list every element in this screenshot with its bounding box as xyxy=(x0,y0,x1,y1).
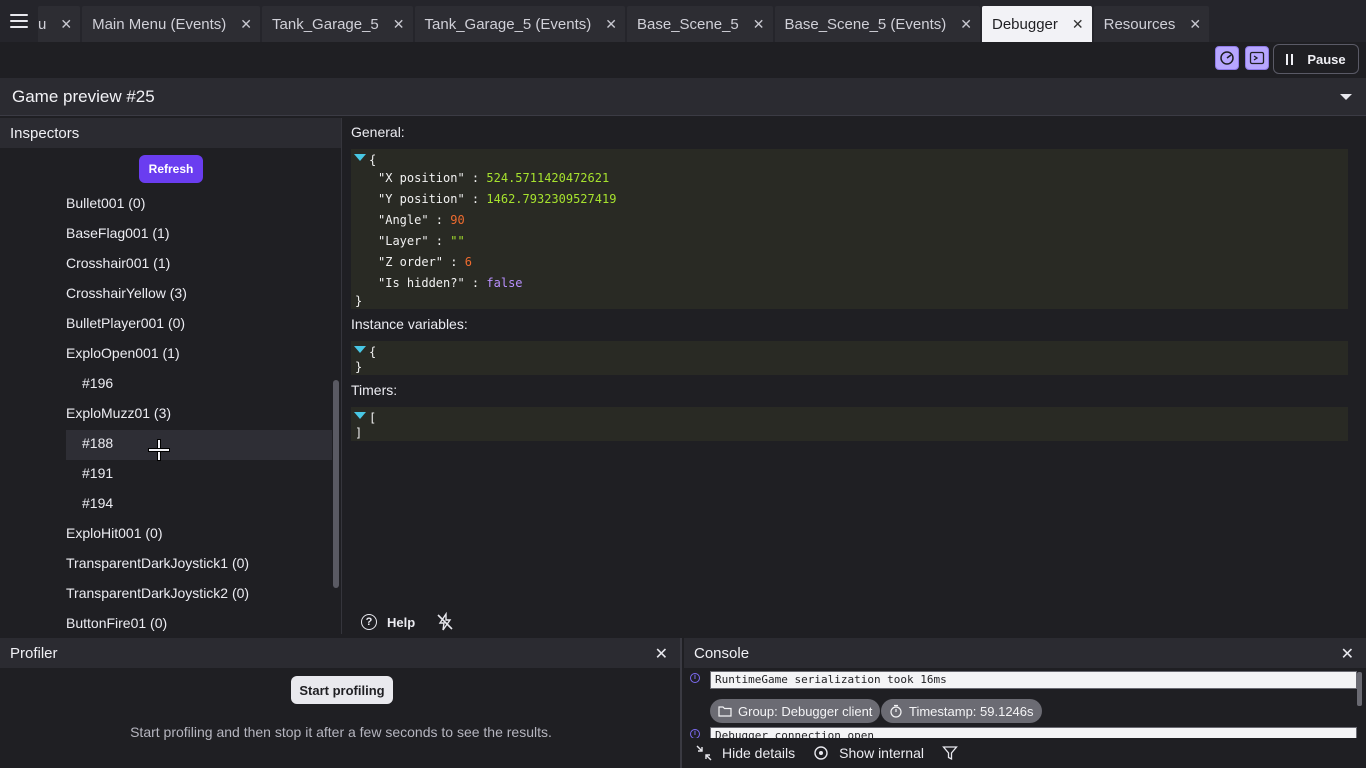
page-title: Game preview #25 xyxy=(12,86,155,106)
timestamp-chip[interactable]: Timestamp: 59.1246s xyxy=(881,699,1042,723)
console-scrollbar[interactable] xyxy=(1357,672,1362,706)
console-header: Console ✕ xyxy=(684,638,1366,668)
json-field-row: "Is hidden?" : false xyxy=(378,276,523,290)
close-icon[interactable]: ✕ xyxy=(240,16,252,33)
close-icon[interactable]: ✕ xyxy=(655,644,668,664)
tree-instance-item[interactable]: #194 xyxy=(82,488,113,518)
hide-details-button[interactable]: Hide details xyxy=(722,745,795,761)
show-internal-button[interactable]: Show internal xyxy=(839,745,924,761)
general-section-label: General: xyxy=(351,124,405,140)
filter-icon[interactable] xyxy=(942,745,958,761)
instance-variables-label: Instance variables: xyxy=(351,316,468,332)
console-footer: Hide details Show internal xyxy=(684,738,1366,768)
json-field-row: "X position" : 524.5711420472621 xyxy=(378,171,610,185)
pause-button[interactable]: Pause xyxy=(1273,44,1359,74)
tab-resources[interactable]: Resources ✕ xyxy=(1093,6,1210,42)
close-icon[interactable]: ✕ xyxy=(753,16,765,33)
tree-item[interactable]: TransparentDarkJoystick2 (0) xyxy=(66,578,249,608)
tree-item[interactable]: ExploOpen001 (1) xyxy=(66,338,180,368)
profiler-panel: Profiler ✕ Start profiling Start profili… xyxy=(0,638,682,768)
inspector-details-panel: General: { "X position" : 524.5711420472… xyxy=(343,118,1366,634)
menu-icon xyxy=(10,14,28,28)
collapse-triangle-icon[interactable] xyxy=(354,154,366,161)
tree-item[interactable]: ButtonFire01 (0) xyxy=(66,608,167,634)
debugger-toolbar: Pause xyxy=(0,42,1366,76)
tree-item[interactable]: CrosshairYellow (3) xyxy=(66,278,187,308)
timers-json-view: [ ] xyxy=(351,407,1348,441)
hamburger-menu-button[interactable] xyxy=(0,0,38,42)
general-json-view: { "X position" : 524.5711420472621 "Y po… xyxy=(351,149,1348,309)
json-field-row: "Y position" : 1462.7932309527419 xyxy=(378,192,617,206)
terminal-icon xyxy=(1249,51,1265,65)
profiler-hint-text: Start profiling and then stop it after a… xyxy=(130,724,552,740)
tree-item[interactable]: BaseFlag001 (1) xyxy=(66,218,170,248)
tree-item[interactable]: TransparentDarkJoystick1 (0) xyxy=(66,548,249,578)
console-toggle-button[interactable] xyxy=(1245,46,1269,70)
tab-tank-garage-5-events[interactable]: Tank_Garage_5 (Events) ✕ xyxy=(414,6,626,42)
tree-item[interactable]: ExploMuzz01 (3) xyxy=(66,398,171,428)
tree-item[interactable]: BulletPlayer001 (0) xyxy=(66,308,185,338)
group-chip[interactable]: Group: Debugger client xyxy=(710,699,881,723)
tree-instance-item[interactable]: #191 xyxy=(82,458,113,488)
game-preview-selector[interactable]: Game preview #25 xyxy=(0,78,1366,116)
collapse-triangle-icon[interactable] xyxy=(354,412,366,419)
close-icon[interactable]: ✕ xyxy=(60,16,72,33)
help-link[interactable]: Help xyxy=(387,615,415,630)
tab-tank-garage-5[interactable]: Tank_Garage_5 ✕ xyxy=(262,6,413,42)
eye-icon[interactable] xyxy=(813,745,829,761)
help-row: ? Help xyxy=(361,612,455,632)
inspectors-panel: Inspectors Refresh Bullet001 (0) BaseFla… xyxy=(0,118,342,634)
close-icon[interactable]: ✕ xyxy=(393,16,405,33)
inspectors-scrollbar[interactable] xyxy=(333,380,339,588)
tree-item[interactable]: ExploHit001 (0) xyxy=(66,518,163,548)
tree-item[interactable]: Crosshair001 (1) xyxy=(66,248,170,278)
json-field-row: "Angle" : 90 xyxy=(378,213,465,227)
collapse-icon[interactable] xyxy=(696,745,712,761)
crosshair-cursor-icon xyxy=(148,439,170,461)
tab-main-menu[interactable]: u ✕ xyxy=(38,6,81,42)
start-profiling-button[interactable]: Start profiling xyxy=(291,676,393,704)
gauge-icon xyxy=(1220,51,1234,65)
json-field-row: "Layer" : "" xyxy=(378,234,465,248)
tab-base-scene-5-events[interactable]: Base_Scene_5 (Events) ✕ xyxy=(774,6,980,42)
tab-base-scene-5[interactable]: Base_Scene_5 ✕ xyxy=(627,6,773,42)
info-icon: i xyxy=(690,673,700,683)
editor-tab-bar: u ✕ Main Menu (Events) ✕ Tank_Garage_5 ✕ Ta… xyxy=(0,0,1366,42)
pause-icon xyxy=(1286,53,1294,65)
close-icon[interactable]: ✕ xyxy=(1072,16,1084,33)
folder-icon xyxy=(718,706,732,717)
instance-variables-json-view: { } xyxy=(351,341,1348,375)
tab-debugger[interactable]: Debugger ✕ xyxy=(982,6,1092,42)
flash-off-icon[interactable] xyxy=(435,612,455,632)
close-icon[interactable]: ✕ xyxy=(960,16,972,33)
tree-instance-item-selected[interactable]: #188 xyxy=(82,428,113,458)
timers-label: Timers: xyxy=(351,382,398,398)
console-log-line: RuntimeGame serialization took 16ms xyxy=(710,671,1357,689)
timer-icon xyxy=(890,704,902,718)
close-icon[interactable]: ✕ xyxy=(1189,16,1201,33)
chevron-down-icon[interactable] xyxy=(1340,94,1352,100)
inspectors-header: Inspectors xyxy=(0,118,341,148)
console-panel: Console ✕ i RuntimeGame serialization to… xyxy=(684,638,1366,768)
collapse-triangle-icon[interactable] xyxy=(354,346,366,353)
tree-instance-item[interactable]: #196 xyxy=(82,368,113,398)
json-field-row: "Z order" : 6 xyxy=(378,255,472,269)
close-icon[interactable]: ✕ xyxy=(605,16,617,33)
refresh-button[interactable]: Refresh xyxy=(139,155,203,183)
tree-item[interactable]: Bullet001 (0) xyxy=(66,188,145,218)
tab-main-menu-events[interactable]: Main Menu (Events) ✕ xyxy=(82,6,261,42)
help-icon[interactable]: ? xyxy=(361,614,377,630)
profiler-header: Profiler ✕ xyxy=(0,638,680,668)
performance-gauge-button[interactable] xyxy=(1215,46,1239,70)
close-icon[interactable]: ✕ xyxy=(1341,644,1354,664)
